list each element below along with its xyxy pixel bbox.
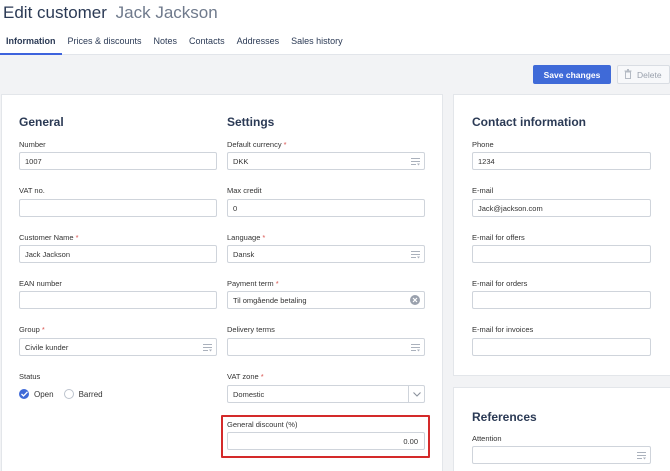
list-icon: [637, 451, 646, 460]
status-open-radio[interactable]: [19, 389, 29, 399]
max-credit-label: Max credit: [227, 186, 262, 195]
ean-number-label: EAN number: [19, 279, 62, 288]
page-header: Edit customer Jack Jackson Information P…: [0, 0, 670, 55]
ean-number-input[interactable]: [19, 291, 217, 309]
chevron-down-icon: [408, 386, 424, 402]
delivery-terms-select[interactable]: [227, 338, 425, 356]
customer-name-label: Customer Name *: [19, 233, 79, 242]
delete-button[interactable]: Delete: [617, 65, 670, 84]
email-label: E-mail: [472, 186, 494, 195]
default-currency-select[interactable]: DKK: [227, 152, 425, 170]
clear-icon[interactable]: [410, 295, 420, 305]
references-section-title: References: [472, 410, 537, 424]
language-select[interactable]: Dansk: [227, 245, 425, 263]
list-icon: [203, 343, 212, 352]
language-label: Language *: [227, 233, 266, 242]
email-invoices-input[interactable]: [472, 338, 651, 356]
attention-label: Attention: [472, 434, 502, 443]
tab-notes[interactable]: Notes: [148, 36, 184, 55]
group-label: Group *: [19, 325, 45, 334]
customer-name-title: Jack Jackson: [115, 3, 218, 22]
tab-prices-discounts[interactable]: Prices & discounts: [62, 36, 148, 55]
status-barred-label: Barred: [78, 389, 103, 399]
status-radio-group: Open Barred: [19, 389, 113, 399]
default-currency-label: Default currency *: [227, 140, 287, 149]
email-input[interactable]: Jack@jackson.com: [472, 199, 651, 217]
payment-term-select[interactable]: Til omgående betaling: [227, 291, 425, 309]
list-icon: [411, 343, 420, 352]
customer-name-input[interactable]: Jack Jackson: [19, 245, 217, 263]
status-open-label: Open: [34, 389, 54, 399]
payment-term-label: Payment term *: [227, 279, 279, 288]
save-button[interactable]: Save changes: [533, 65, 611, 84]
email-offers-input[interactable]: [472, 245, 651, 263]
group-select[interactable]: Civile kunder: [19, 338, 217, 356]
status-barred-radio[interactable]: [63, 389, 74, 399]
vat-no-label: VAT no.: [19, 186, 45, 195]
delete-label: Delete: [637, 69, 662, 80]
attention-select[interactable]: [472, 446, 651, 464]
trash-icon: [624, 68, 632, 81]
tab-bar: Information Prices & discounts Notes Con…: [0, 36, 349, 55]
number-label: Number: [19, 140, 46, 149]
email-orders-label: E-mail for orders: [472, 279, 528, 288]
tab-information[interactable]: Information: [0, 36, 62, 55]
settings-section-title: Settings: [227, 115, 275, 129]
phone-input[interactable]: 1234: [472, 152, 651, 170]
delivery-terms-label: Delivery terms: [227, 325, 275, 334]
number-input[interactable]: 1007: [19, 152, 217, 170]
max-credit-input[interactable]: 0: [227, 199, 425, 217]
email-offers-label: E-mail for offers: [472, 233, 525, 242]
vat-zone-label: VAT zone *: [227, 372, 264, 381]
list-icon: [411, 250, 420, 259]
page-title: Edit customer Jack Jackson: [3, 3, 218, 23]
highlight-box: [221, 415, 430, 458]
list-icon: [411, 157, 420, 166]
page-title-text: Edit customer: [3, 3, 107, 22]
email-invoices-label: E-mail for invoices: [472, 325, 534, 334]
tab-contacts[interactable]: Contacts: [183, 36, 231, 55]
email-orders-input[interactable]: [472, 291, 651, 309]
vat-zone-select[interactable]: Domestic: [227, 385, 425, 403]
vat-no-input[interactable]: [19, 199, 217, 217]
contact-section-title: Contact information: [472, 115, 586, 129]
tab-addresses[interactable]: Addresses: [231, 36, 286, 55]
status-label: Status: [19, 372, 41, 381]
general-section-title: General: [19, 115, 64, 129]
phone-label: Phone: [472, 140, 494, 149]
tab-sales-history[interactable]: Sales history: [285, 36, 349, 55]
